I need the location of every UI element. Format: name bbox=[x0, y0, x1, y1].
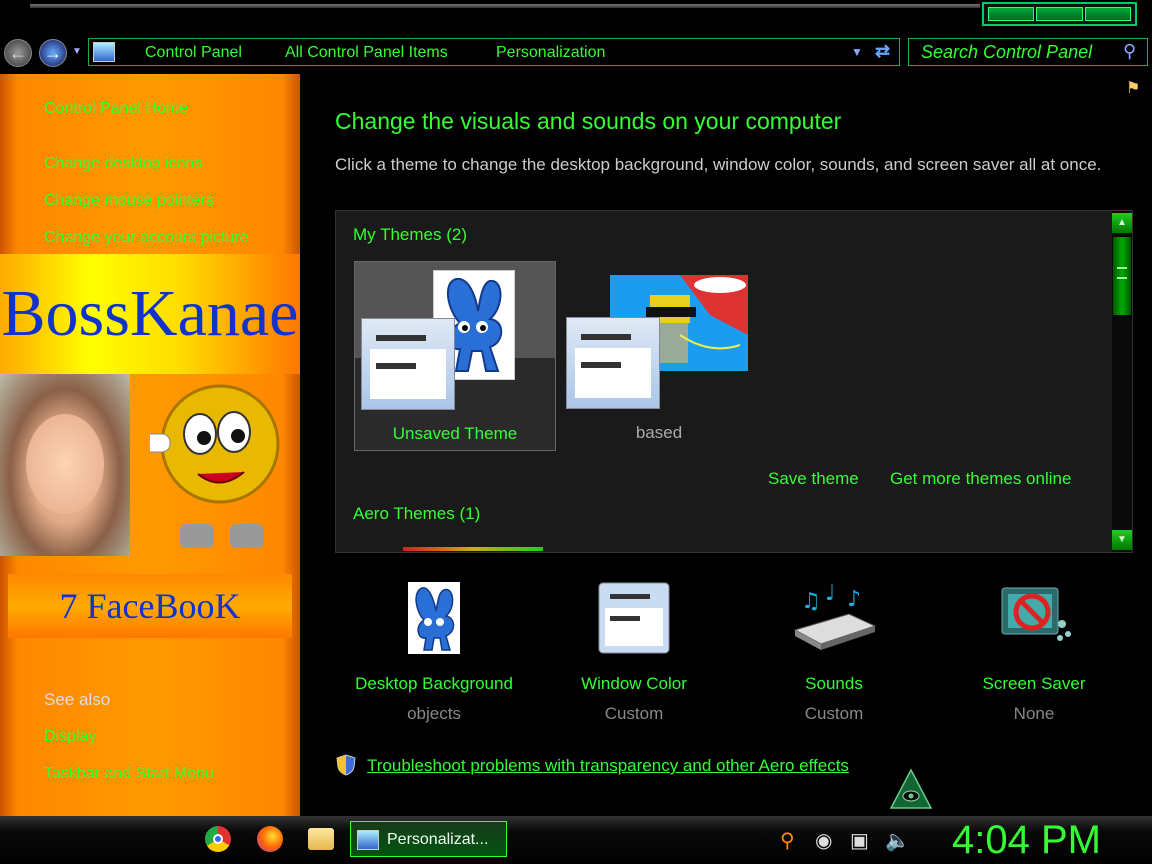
title-bar-line bbox=[30, 4, 980, 8]
scroll-down-icon[interactable]: ▼ bbox=[1112, 530, 1132, 550]
control-panel-icon bbox=[93, 42, 115, 62]
window-color-thumbnail bbox=[361, 318, 455, 410]
network-monitor-icon[interactable]: ▣ bbox=[850, 828, 869, 853]
boss-banner-text: BossKanae bbox=[1, 277, 299, 350]
screen-saver-option[interactable]: Screen Saver None bbox=[934, 582, 1134, 724]
firefox-icon[interactable] bbox=[257, 826, 283, 852]
theme-based[interactable]: based bbox=[558, 261, 760, 451]
child-face bbox=[26, 414, 104, 514]
personalization-task-button[interactable]: Personalizat... bbox=[350, 821, 507, 857]
svg-text:♩: ♩ bbox=[825, 582, 835, 606]
minimize-button[interactable] bbox=[988, 7, 1035, 21]
forward-button[interactable]: → bbox=[39, 39, 67, 67]
back-button[interactable]: ← bbox=[4, 39, 32, 67]
search-input[interactable] bbox=[909, 39, 1119, 65]
help-icon[interactable]: ⚑ bbox=[1126, 78, 1146, 100]
control-panel-icon bbox=[357, 830, 379, 850]
taskbar-start-menu-link[interactable]: Taskbar and Start Menu bbox=[44, 765, 214, 783]
theme-name: Unsaved Theme bbox=[392, 424, 518, 443]
change-mouse-pointers-link[interactable]: Change mouse pointers bbox=[44, 192, 214, 210]
scroll-thumb[interactable] bbox=[1113, 237, 1131, 315]
address-dropdown-icon[interactable]: ▼ bbox=[851, 45, 863, 59]
window-color-label: Window Color bbox=[581, 674, 687, 693]
window-color-option[interactable]: Window Color Custom bbox=[534, 582, 734, 724]
aero-theme-thumbnail-edge bbox=[403, 547, 543, 551]
desktop-background-icon bbox=[398, 582, 470, 654]
theme-scrollbar[interactable]: ▲ ▼ bbox=[1112, 211, 1132, 552]
pyramid-eye-icon bbox=[889, 768, 933, 809]
aero-themes-label: Aero Themes (1) bbox=[353, 504, 481, 523]
back-arrow-icon: ← bbox=[9, 42, 27, 63]
smiley-character-image bbox=[150, 384, 280, 548]
display-link[interactable]: Display bbox=[44, 728, 96, 746]
breadcrumb-control-panel[interactable]: Control Panel bbox=[145, 44, 242, 62]
theme-gallery: My Themes (2) Unsaved Theme based Save t… bbox=[335, 210, 1133, 553]
theme-unsaved[interactable]: Unsaved Theme bbox=[354, 261, 556, 451]
recent-pages-dropdown-icon[interactable]: ▼ bbox=[72, 46, 82, 57]
page-title: Change the visuals and sounds on your co… bbox=[335, 108, 842, 134]
scroll-up-icon[interactable]: ▲ bbox=[1112, 213, 1132, 233]
troubleshoot-link[interactable]: Troubleshoot problems with transparency … bbox=[367, 756, 849, 776]
search-tray-icon[interactable]: ⚲ bbox=[780, 828, 795, 853]
change-account-picture-link[interactable]: Change your account picture bbox=[44, 229, 249, 247]
screen-saver-icon bbox=[998, 582, 1071, 654]
sounds-label: Sounds bbox=[805, 674, 863, 693]
window-controls bbox=[982, 2, 1137, 26]
svg-text:♫: ♫ bbox=[801, 589, 821, 614]
chrome-icon[interactable] bbox=[205, 826, 231, 852]
page-description: Click a theme to change the desktop back… bbox=[335, 155, 1102, 174]
search-box: ⚲ bbox=[908, 38, 1148, 66]
sounds-value: Custom bbox=[804, 704, 864, 723]
taskbar-clock[interactable]: 4:04 PM bbox=[952, 818, 1101, 863]
search-icon[interactable]: ⚲ bbox=[1123, 41, 1136, 62]
title-bar bbox=[0, 0, 1152, 38]
save-theme-link[interactable]: Save theme bbox=[768, 469, 859, 489]
window-color-icon bbox=[598, 582, 670, 654]
child-photo bbox=[0, 374, 130, 556]
sounds-option[interactable]: ♫ ♩ ♪ Sounds Custom bbox=[734, 581, 934, 724]
desktop-background-label: Desktop Background bbox=[355, 674, 513, 693]
theme-name: based bbox=[635, 423, 683, 442]
folder-icon[interactable] bbox=[308, 828, 334, 850]
scroll-grip-icon bbox=[1117, 267, 1127, 279]
facebook-banner-text: 7 FaceBooK bbox=[59, 586, 241, 626]
breadcrumb-personalization[interactable]: Personalization bbox=[496, 44, 605, 62]
get-more-themes-link[interactable]: Get more themes online bbox=[890, 469, 1071, 489]
navigation-bar: ← → ▼ Control Panel All Control Panel It… bbox=[0, 36, 1152, 70]
my-themes-label: My Themes (2) bbox=[353, 225, 467, 244]
forward-arrow-icon: → bbox=[44, 42, 62, 63]
sounds-icon: ♫ ♩ ♪ bbox=[793, 581, 877, 654]
change-desktop-icons-link[interactable]: Change desktop icons bbox=[44, 155, 202, 173]
svg-text:♪: ♪ bbox=[847, 587, 861, 612]
shield-icon bbox=[336, 754, 356, 776]
desktop-background-option[interactable]: Desktop Background objects bbox=[334, 582, 534, 724]
refresh-icon[interactable]: ⇄ bbox=[875, 41, 890, 62]
network-globe-icon[interactable]: ◉ bbox=[815, 828, 832, 853]
control-panel-home-link[interactable]: Control Panel Home bbox=[44, 100, 188, 118]
volume-icon[interactable]: 🔈 bbox=[885, 828, 910, 853]
address-bar[interactable]: Control Panel All Control Panel Items Pe… bbox=[88, 38, 900, 66]
boss-banner-image: BossKanae bbox=[0, 254, 300, 374]
window-color-thumbnail bbox=[566, 317, 660, 409]
see-also-heading: See also bbox=[44, 690, 111, 709]
facebook-banner-image: 7 FaceBooK bbox=[8, 574, 292, 638]
maximize-button[interactable] bbox=[1036, 7, 1083, 21]
screen-saver-value: None bbox=[1013, 704, 1055, 723]
screen-saver-label: Screen Saver bbox=[982, 674, 1086, 693]
breadcrumb-all-items[interactable]: All Control Panel Items bbox=[285, 44, 448, 62]
desktop-background-value: objects bbox=[407, 704, 461, 723]
close-button[interactable] bbox=[1084, 7, 1131, 21]
window-color-value: Custom bbox=[604, 704, 664, 723]
task-label: Personalizat... bbox=[387, 831, 489, 848]
